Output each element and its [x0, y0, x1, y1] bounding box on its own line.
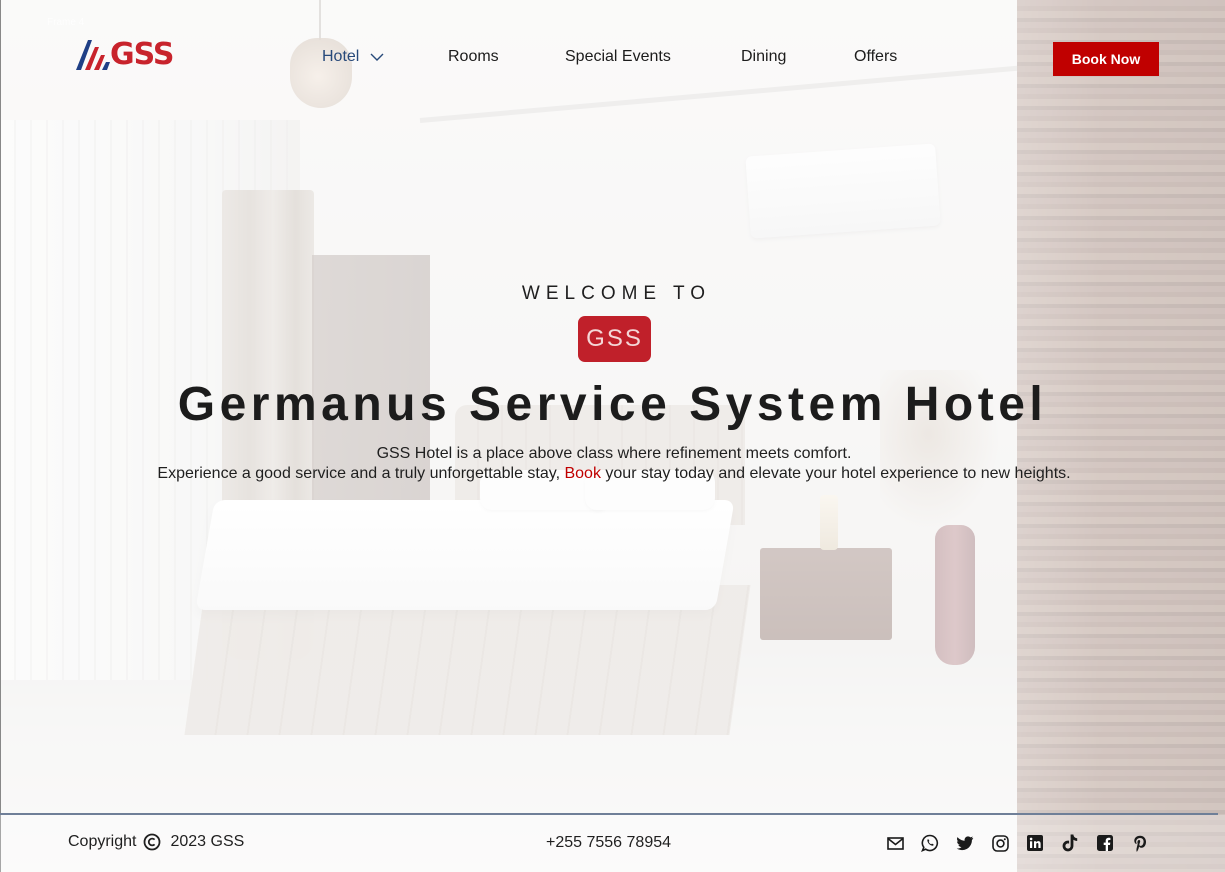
- nav-item-rooms[interactable]: Rooms: [448, 48, 499, 66]
- copyright-icon: [143, 833, 161, 851]
- nav-item-dining[interactable]: Dining: [741, 48, 786, 66]
- frame-edge: [0, 0, 1, 872]
- nav-item-special-events[interactable]: Special Events: [565, 48, 671, 66]
- linkedin-icon[interactable]: [1026, 834, 1044, 852]
- instagram-icon[interactable]: [991, 834, 1009, 852]
- nav-item-offers[interactable]: Offers: [854, 48, 897, 66]
- gss-badge: GSS: [578, 316, 651, 362]
- twitter-icon[interactable]: [956, 834, 974, 852]
- footer-divider: [0, 813, 1218, 815]
- welcome-text: WELCOME TO: [521, 283, 712, 304]
- copyright-label: Copyright: [68, 833, 137, 850]
- social-links: [886, 834, 1166, 852]
- hero-description: GSS Hotel is a place above class where r…: [0, 444, 1225, 484]
- pinterest-icon[interactable]: [1131, 834, 1149, 852]
- hero-background-image: [0, 0, 1225, 872]
- hero-title: Germanus Service System Hotel: [177, 378, 1048, 431]
- nav-item-label: Hotel: [322, 48, 360, 66]
- hero-description-line-1: GSS Hotel is a place above class where r…: [376, 445, 852, 462]
- white-overlay: [0, 0, 1225, 872]
- hero-text: Experience a good service and a truly un…: [157, 465, 565, 482]
- frame-label: Frame 4: [47, 17, 85, 28]
- hero-text: your stay today and elevate your hotel e…: [600, 465, 1071, 482]
- whatsapp-icon[interactable]: [921, 834, 939, 852]
- book-link[interactable]: Book: [564, 465, 600, 482]
- facebook-icon[interactable]: [1096, 834, 1114, 852]
- chevron-down-icon: [370, 48, 384, 66]
- tiktok-icon[interactable]: [1061, 834, 1079, 852]
- hero-description-line-2: Experience a good service and a truly un…: [0, 464, 1225, 484]
- copyright-year: 2023 GSS: [170, 833, 245, 850]
- main-nav: Hotel Rooms Special Events Dining Offers: [0, 48, 1225, 72]
- copyright: Copyright 2023 GSS: [68, 833, 244, 851]
- book-now-button[interactable]: Book Now: [1053, 42, 1159, 76]
- mail-icon[interactable]: [886, 834, 904, 852]
- phone-number[interactable]: +255 7556 78954: [546, 834, 671, 852]
- nav-item-hotel[interactable]: Hotel: [322, 48, 384, 66]
